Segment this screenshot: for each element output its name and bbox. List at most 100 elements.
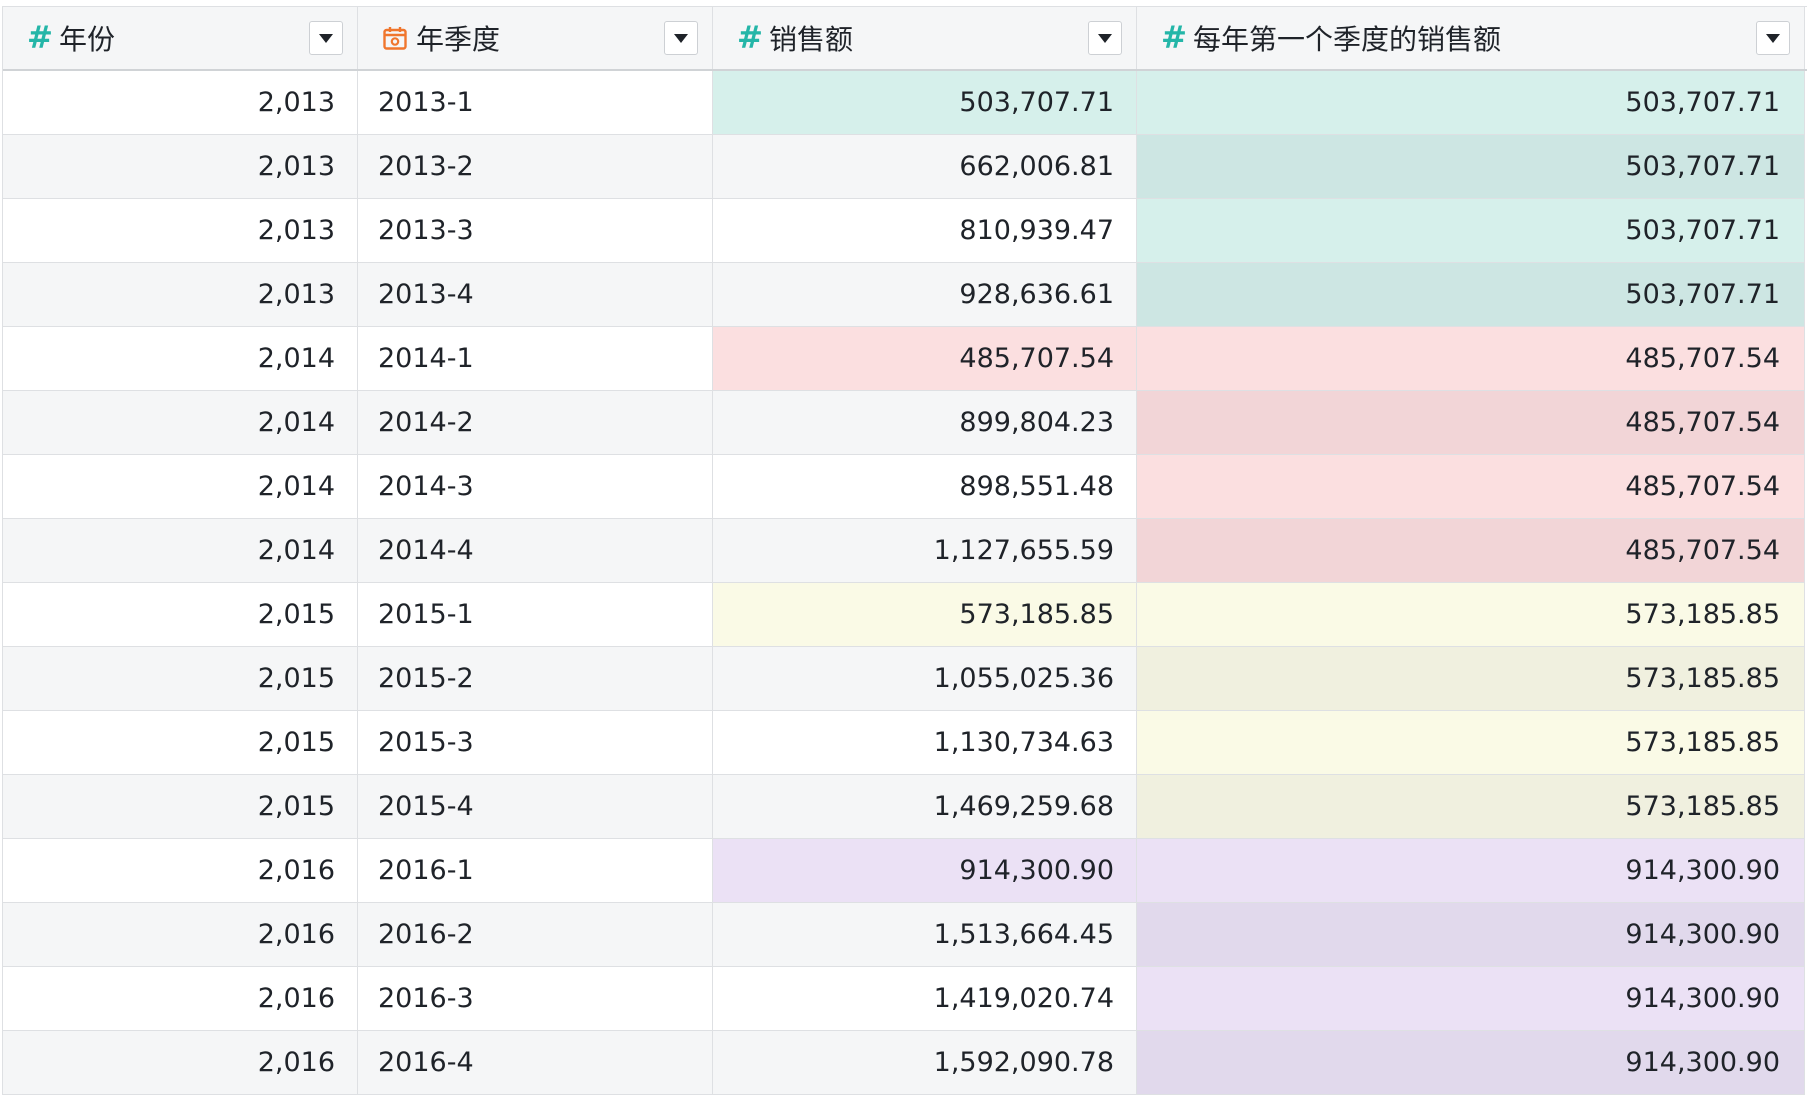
cell-first-quarter-sales[interactable]: 573,185.85: [1137, 711, 1805, 775]
cell-first-quarter-sales[interactable]: 503,707.71: [1137, 199, 1805, 263]
calendar-icon: [382, 25, 408, 51]
cell-quarter[interactable]: 2015-3: [358, 711, 713, 775]
cell-first-quarter-sales[interactable]: 914,300.90: [1137, 903, 1805, 967]
cell-sales[interactable]: 1,592,090.78: [713, 1031, 1137, 1095]
cell-quarter[interactable]: 2014-2: [358, 391, 713, 455]
cell-sales[interactable]: 573,185.85: [713, 583, 1137, 647]
cell-sales[interactable]: 898,551.48: [713, 455, 1137, 519]
table-row[interactable]: 2,014 2014-3 898,551.48 485,707.54: [3, 455, 1807, 519]
cell-sales[interactable]: 899,804.23: [713, 391, 1137, 455]
cell-year[interactable]: 2,013: [3, 135, 358, 199]
cell-year[interactable]: 2,015: [3, 583, 358, 647]
cell-first-quarter-sales[interactable]: 503,707.71: [1137, 135, 1805, 199]
table-row[interactable]: 2,014 2014-4 1,127,655.59 485,707.54: [3, 519, 1807, 583]
cell-first-quarter-sales[interactable]: 573,185.85: [1137, 647, 1805, 711]
table-row[interactable]: 2,015 2015-1 573,185.85 573,185.85: [3, 583, 1807, 647]
column-dropdown-button[interactable]: [664, 21, 698, 55]
cell-quarter[interactable]: 2016-2: [358, 903, 713, 967]
table-row[interactable]: 2,014 2014-1 485,707.54 485,707.54: [3, 327, 1807, 391]
table-row[interactable]: 2,016 2016-2 1,513,664.45 914,300.90: [3, 903, 1807, 967]
cell-year[interactable]: 2,015: [3, 711, 358, 775]
cell-quarter[interactable]: 2015-4: [358, 775, 713, 839]
table-body: 2,013 2013-1 503,707.71 503,707.71 2,013 2013…: [3, 71, 1807, 1095]
column-header-sales[interactable]: # 销售额: [713, 7, 1137, 69]
table-row[interactable]: 2,015 2015-2 1,055,025.36 573,185.85: [3, 647, 1807, 711]
cell-sales[interactable]: 914,300.90: [713, 839, 1137, 903]
number-icon: #: [737, 20, 763, 56]
cell-quarter[interactable]: 2014-3: [358, 455, 713, 519]
column-header-label: 每年第一个季度的销售额: [1193, 23, 1502, 56]
cell-first-quarter-sales[interactable]: 485,707.54: [1137, 327, 1805, 391]
cell-year[interactable]: 2,015: [3, 647, 358, 711]
cell-quarter[interactable]: 2014-4: [358, 519, 713, 583]
cell-year[interactable]: 2,014: [3, 391, 358, 455]
cell-first-quarter-sales[interactable]: 573,185.85: [1137, 583, 1805, 647]
cell-quarter[interactable]: 2013-3: [358, 199, 713, 263]
cell-sales[interactable]: 928,636.61: [713, 263, 1137, 327]
cell-first-quarter-sales[interactable]: 503,707.71: [1137, 263, 1805, 327]
cell-quarter[interactable]: 2016-4: [358, 1031, 713, 1095]
table-row[interactable]: 2,016 2016-4 1,592,090.78 914,300.90: [3, 1031, 1807, 1095]
cell-first-quarter-sales[interactable]: 485,707.54: [1137, 391, 1805, 455]
cell-sales[interactable]: 503,707.71: [713, 71, 1137, 135]
table-row[interactable]: 2,015 2015-3 1,130,734.63 573,185.85: [3, 711, 1807, 775]
cell-year[interactable]: 2,013: [3, 263, 358, 327]
cell-first-quarter-sales[interactable]: 485,707.54: [1137, 455, 1805, 519]
cell-quarter[interactable]: 2013-2: [358, 135, 713, 199]
table-row[interactable]: 2,015 2015-4 1,469,259.68 573,185.85: [3, 775, 1807, 839]
cell-sales[interactable]: 1,130,734.63: [713, 711, 1137, 775]
cell-sales[interactable]: 1,469,259.68: [713, 775, 1137, 839]
cell-quarter[interactable]: 2015-2: [358, 647, 713, 711]
cell-year[interactable]: 2,014: [3, 455, 358, 519]
column-header-first-quarter-sales[interactable]: # 每年第一个季度的销售额: [1137, 7, 1805, 69]
cell-quarter[interactable]: 2016-3: [358, 967, 713, 1031]
cell-sales[interactable]: 485,707.54: [713, 327, 1137, 391]
table-row[interactable]: 2,013 2013-4 928,636.61 503,707.71: [3, 263, 1807, 327]
column-header-label: 年季度: [416, 23, 501, 56]
cell-year[interactable]: 2,013: [3, 199, 358, 263]
cell-first-quarter-sales[interactable]: 914,300.90: [1137, 967, 1805, 1031]
cell-year[interactable]: 2,016: [3, 903, 358, 967]
cell-quarter[interactable]: 2015-1: [358, 583, 713, 647]
chevron-down-icon: [1098, 33, 1112, 43]
column-dropdown-button[interactable]: [309, 21, 343, 55]
table-row[interactable]: 2,016 2016-3 1,419,020.74 914,300.90: [3, 967, 1807, 1031]
cell-year[interactable]: 2,014: [3, 519, 358, 583]
chevron-down-icon: [1766, 33, 1780, 43]
cell-year[interactable]: 2,014: [3, 327, 358, 391]
cell-first-quarter-sales[interactable]: 485,707.54: [1137, 519, 1805, 583]
cell-sales[interactable]: 1,055,025.36: [713, 647, 1137, 711]
table-row[interactable]: 2,013 2013-2 662,006.81 503,707.71: [3, 135, 1807, 199]
column-dropdown-button[interactable]: [1756, 21, 1790, 55]
cell-quarter[interactable]: 2016-1: [358, 839, 713, 903]
cell-sales[interactable]: 1,419,020.74: [713, 967, 1137, 1031]
cell-year[interactable]: 2,015: [3, 775, 358, 839]
column-dropdown-button[interactable]: [1088, 21, 1122, 55]
number-icon: #: [27, 20, 53, 56]
table-row[interactable]: 2,014 2014-2 899,804.23 485,707.54: [3, 391, 1807, 455]
cell-first-quarter-sales[interactable]: 573,185.85: [1137, 775, 1805, 839]
cell-sales[interactable]: 662,006.81: [713, 135, 1137, 199]
cell-sales[interactable]: 1,513,664.45: [713, 903, 1137, 967]
table-row[interactable]: 2,013 2013-1 503,707.71 503,707.71: [3, 71, 1807, 135]
column-header-quarter[interactable]: 年季度: [358, 7, 713, 69]
chevron-down-icon: [319, 33, 333, 43]
cell-year[interactable]: 2,016: [3, 1031, 358, 1095]
table-row[interactable]: 2,013 2013-3 810,939.47 503,707.71: [3, 199, 1807, 263]
cell-first-quarter-sales[interactable]: 914,300.90: [1137, 839, 1805, 903]
cell-sales[interactable]: 1,127,655.59: [713, 519, 1137, 583]
cell-year[interactable]: 2,016: [3, 839, 358, 903]
chevron-down-icon: [674, 33, 688, 43]
column-header-year[interactable]: # 年份: [3, 7, 358, 69]
cell-first-quarter-sales[interactable]: 914,300.90: [1137, 1031, 1805, 1095]
data-table: # 年份 年季度 # 销售额 # 每年第一个季度的销售额 2,013 2013-…: [2, 6, 1807, 1095]
cell-first-quarter-sales[interactable]: 503,707.71: [1137, 71, 1805, 135]
cell-year[interactable]: 2,016: [3, 967, 358, 1031]
cell-quarter[interactable]: 2013-4: [358, 263, 713, 327]
cell-year[interactable]: 2,013: [3, 71, 358, 135]
cell-quarter[interactable]: 2013-1: [358, 71, 713, 135]
cell-sales[interactable]: 810,939.47: [713, 199, 1137, 263]
cell-quarter[interactable]: 2014-1: [358, 327, 713, 391]
column-header-label: 销售额: [769, 23, 854, 56]
table-row[interactable]: 2,016 2016-1 914,300.90 914,300.90: [3, 839, 1807, 903]
